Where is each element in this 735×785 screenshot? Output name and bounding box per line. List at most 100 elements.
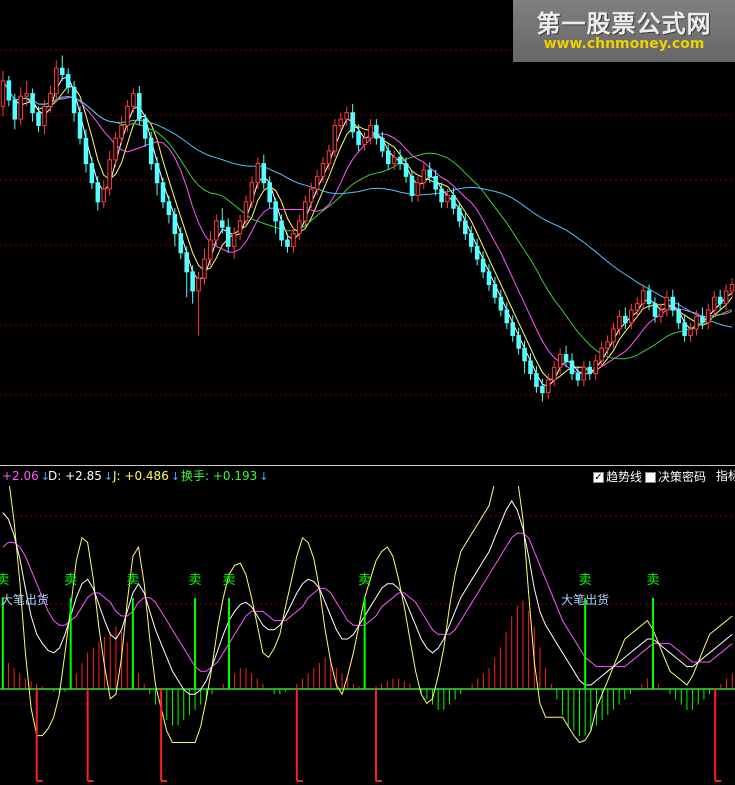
candle-body bbox=[706, 309, 711, 324]
candle-body bbox=[95, 182, 101, 203]
candle-body bbox=[148, 137, 154, 165]
candle-body bbox=[640, 290, 646, 305]
checkbox-checked-icon[interactable]: ✓ bbox=[593, 471, 604, 483]
sell-signal-label: 卖 bbox=[647, 573, 660, 588]
candle-body bbox=[225, 226, 231, 247]
d-line bbox=[2, 532, 733, 672]
candle-body bbox=[605, 341, 610, 349]
candle-body bbox=[492, 284, 498, 298]
candle-body bbox=[374, 124, 379, 139]
candle-body bbox=[131, 93, 136, 107]
candle-body bbox=[65, 74, 71, 88]
candle-body bbox=[646, 290, 652, 305]
candle-body bbox=[510, 322, 515, 336]
candle-body bbox=[273, 201, 278, 222]
candle-body bbox=[308, 188, 314, 203]
candle-body bbox=[285, 239, 290, 247]
candle-body bbox=[302, 201, 308, 222]
candle-body bbox=[403, 163, 409, 177]
candle-body bbox=[119, 124, 124, 139]
down-arrow-icon: ↓ bbox=[170, 470, 181, 483]
candle-body bbox=[202, 258, 207, 279]
k-line bbox=[2, 500, 733, 695]
candle-body bbox=[107, 159, 112, 190]
candle-body bbox=[397, 156, 403, 165]
down-arrow-icon: ↓ bbox=[103, 470, 114, 483]
candle-body bbox=[166, 201, 172, 216]
j-line bbox=[9, 486, 733, 744]
candle-body bbox=[237, 220, 243, 235]
candle-body bbox=[628, 309, 634, 324]
candle-body bbox=[439, 188, 444, 203]
decision-code-checkbox[interactable]: 决策密码 bbox=[645, 468, 706, 486]
watermark-logo: 第一股票公式网 www.chnmoney.com bbox=[513, 0, 735, 62]
candle-body bbox=[142, 118, 148, 139]
candle-body bbox=[89, 163, 95, 184]
candle-body bbox=[36, 112, 41, 126]
candle-body bbox=[563, 354, 569, 362]
candle-body bbox=[634, 303, 640, 311]
candle-body bbox=[332, 124, 338, 152]
candle-body bbox=[427, 169, 433, 177]
candle-body bbox=[623, 315, 628, 324]
candle-body bbox=[291, 233, 296, 247]
candle-body bbox=[528, 360, 533, 375]
candle-body bbox=[196, 277, 201, 292]
kdj-indicator-chart[interactable]: 卖卖卖卖卖卖卖卖卖大笔出货大笔出货 bbox=[0, 486, 735, 785]
candle-body bbox=[48, 93, 53, 107]
candle-body bbox=[320, 163, 326, 177]
candle-body bbox=[688, 328, 693, 336]
candle-body bbox=[581, 366, 587, 381]
candle-body bbox=[468, 233, 474, 247]
indicator-header: +2.06 ↓ D: +2.85 ↓ J: +0.486 ↓ 换手: +0.193 ↓ … bbox=[0, 467, 735, 485]
candle-body bbox=[391, 156, 397, 165]
moving-average-line bbox=[2, 80, 733, 381]
candle-body bbox=[261, 163, 267, 184]
candle-body bbox=[344, 112, 350, 120]
candle-body bbox=[658, 309, 664, 317]
candle-body bbox=[30, 93, 35, 114]
candle-body bbox=[682, 322, 687, 336]
sell-signal-label: 卖 bbox=[189, 573, 202, 588]
candle-body bbox=[486, 271, 492, 286]
candle-body bbox=[160, 182, 166, 203]
turnover-indicator: 换手: +0.193 ↓ bbox=[181, 469, 269, 483]
candle-body bbox=[231, 233, 237, 247]
candle-body bbox=[71, 86, 77, 114]
candle-body bbox=[557, 354, 563, 368]
panel-divider bbox=[0, 465, 735, 466]
candle-body bbox=[711, 296, 717, 311]
candle-body bbox=[0, 80, 6, 107]
candle-body bbox=[415, 182, 421, 196]
moving-average-line bbox=[2, 80, 733, 360]
candle-body bbox=[362, 137, 367, 146]
candle-body bbox=[267, 182, 272, 203]
candle-body bbox=[113, 137, 118, 161]
sell-signal-label: 卖 bbox=[64, 573, 77, 588]
candle-body bbox=[593, 360, 598, 375]
candle-body bbox=[498, 296, 504, 311]
candle-body bbox=[380, 137, 385, 152]
candle-body bbox=[433, 175, 438, 190]
big-sell-label: 大笔出货 bbox=[561, 592, 609, 607]
candle-body bbox=[54, 67, 59, 95]
candle-body bbox=[214, 220, 219, 241]
moving-average-line bbox=[2, 80, 733, 375]
index-menu-label[interactable]: 指标 bbox=[716, 467, 735, 485]
j-indicator: J: +0.486 ↓ bbox=[113, 469, 181, 483]
candle-body bbox=[172, 214, 178, 235]
candle-body bbox=[664, 296, 670, 311]
candle-body bbox=[575, 373, 581, 381]
candle-body bbox=[77, 112, 83, 139]
d-indicator: D: +2.85 ↓ bbox=[48, 469, 114, 483]
trend-line-checkbox[interactable]: ✓ 趋势线 bbox=[593, 468, 642, 486]
big-sell-label: 大笔出货 bbox=[1, 592, 49, 607]
candle-body bbox=[723, 290, 729, 305]
candle-body bbox=[670, 296, 676, 311]
candle-body bbox=[534, 373, 539, 387]
candle-body bbox=[297, 220, 302, 235]
candle-body bbox=[243, 201, 249, 222]
candlestick-main-chart[interactable] bbox=[0, 0, 735, 465]
checkbox-unchecked-icon[interactable] bbox=[645, 471, 656, 483]
candle-body bbox=[522, 347, 527, 362]
